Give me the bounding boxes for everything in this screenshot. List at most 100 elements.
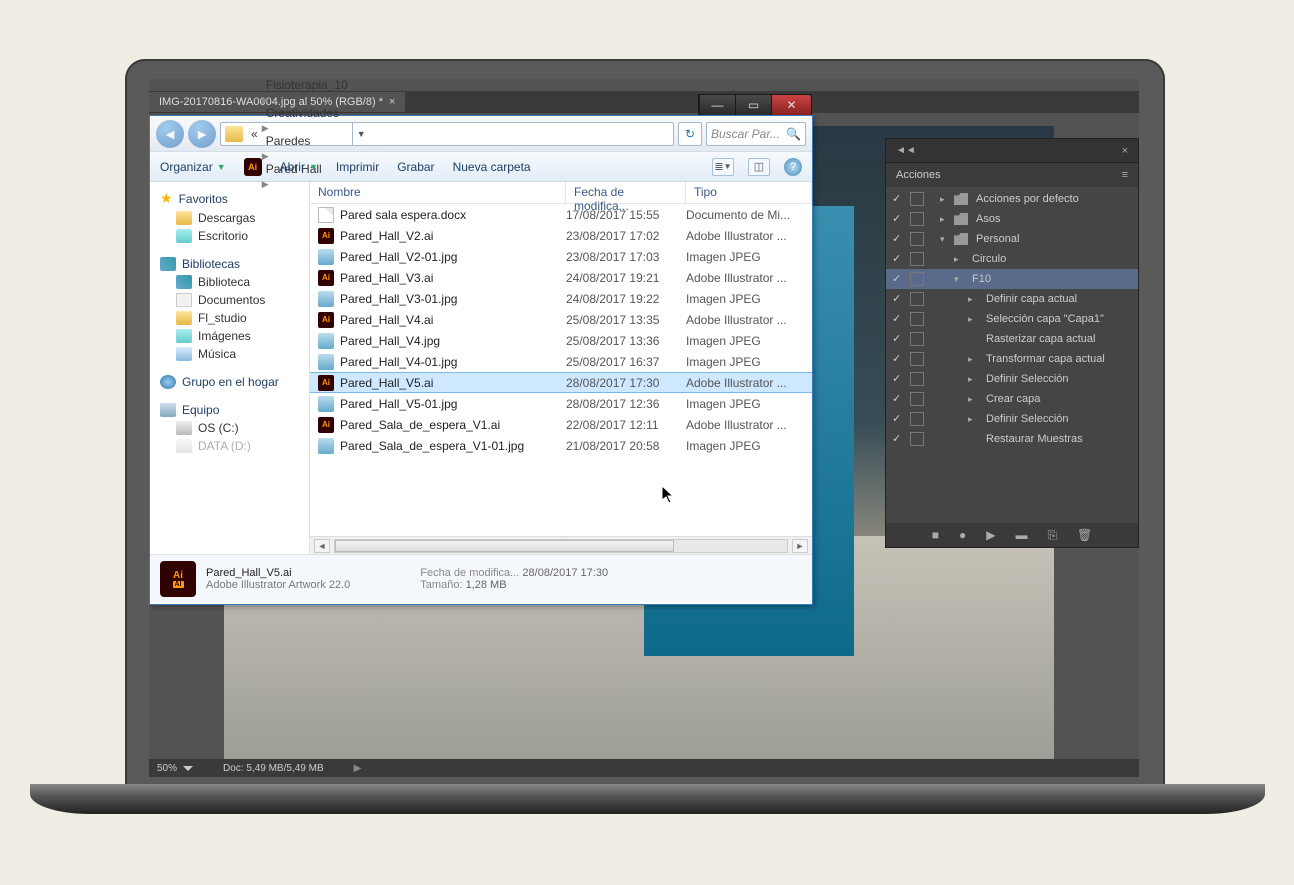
scrollbar-track[interactable] xyxy=(334,539,788,553)
print-button[interactable]: Imprimir xyxy=(336,160,379,174)
dialog-toggle[interactable] xyxy=(910,252,924,266)
sidebar-item-images[interactable]: Imágenes xyxy=(154,327,305,345)
sidebar-computer[interactable]: Equipo xyxy=(154,401,305,419)
breadcrumb-segment[interactable]: Paredes xyxy=(262,134,352,148)
action-item[interactable]: ✓▸Crear capa xyxy=(886,389,1138,409)
open-menu[interactable]: Abrir ▼ xyxy=(280,160,318,174)
view-mode-button[interactable]: ≣▼ xyxy=(712,158,734,176)
stop-icon[interactable]: ■ xyxy=(932,528,939,542)
file-row[interactable]: AiPared_Hall_V4.ai25/08/2017 13:35Adobe … xyxy=(310,309,812,330)
sidebar-item-music[interactable]: Música xyxy=(154,345,305,363)
column-name[interactable]: Nombre xyxy=(310,182,566,203)
breadcrumb[interactable]: « Fisioterapia_10▶Creatividades▶Paredes▶… xyxy=(220,122,674,146)
sidebar-item-documents[interactable]: Documentos xyxy=(154,291,305,309)
status-arrow-icon[interactable]: ▶ xyxy=(354,763,362,774)
close-button[interactable]: ✕ xyxy=(771,95,811,115)
breadcrumb-segment[interactable]: Fisioterapia_10 xyxy=(262,79,352,92)
disclosure-icon[interactable]: ▸ xyxy=(968,374,978,385)
horizontal-scrollbar[interactable]: ◄ ► xyxy=(310,536,812,554)
disclosure-icon[interactable]: ▸ xyxy=(954,254,964,265)
file-row[interactable]: Pared_Sala_de_espera_V1-01.jpg21/08/2017… xyxy=(310,435,812,456)
sidebar-item-library[interactable]: Biblioteca xyxy=(154,273,305,291)
file-row[interactable]: AiPared_Hall_V3.ai24/08/2017 19:21Adobe … xyxy=(310,267,812,288)
sidebar-item-flstudio[interactable]: Fl_studio xyxy=(154,309,305,327)
file-row[interactable]: Pared_Hall_V2-01.jpg23/08/2017 17:03Imag… xyxy=(310,246,812,267)
dialog-toggle[interactable] xyxy=(910,332,924,346)
dialog-toggle[interactable] xyxy=(910,292,924,306)
nav-forward-button[interactable]: ► xyxy=(188,120,216,148)
dialog-toggle[interactable] xyxy=(910,232,924,246)
minimize-button[interactable]: — xyxy=(699,95,735,115)
action-item[interactable]: ✓▸Definir Selección xyxy=(886,409,1138,429)
action-item[interactable]: ✓▸Definir Selección xyxy=(886,369,1138,389)
play-icon[interactable]: ▶ xyxy=(986,528,995,542)
sidebar-libraries[interactable]: Bibliotecas xyxy=(154,255,305,273)
new-action-icon[interactable]: ⎘ xyxy=(1047,528,1057,543)
close-icon[interactable]: × xyxy=(1122,145,1128,157)
action-item[interactable]: ✓▸Transformar capa actual xyxy=(886,349,1138,369)
dialog-toggle[interactable] xyxy=(910,412,924,426)
file-row[interactable]: AiPared_Hall_V5.ai28/08/2017 17:30Adobe … xyxy=(310,372,812,393)
action-item[interactable]: ✓▸Acciones por defecto xyxy=(886,189,1138,209)
panel-menu-icon[interactable]: ≡ xyxy=(1122,169,1128,181)
file-row[interactable]: Pared_Hall_V4-01.jpg25/08/2017 16:37Imag… xyxy=(310,351,812,372)
panel-collapse-icons[interactable]: ◄◄ xyxy=(896,145,916,156)
action-item[interactable]: ✓▸Definir capa actual xyxy=(886,289,1138,309)
dialog-toggle[interactable] xyxy=(910,392,924,406)
breadcrumb-segment[interactable]: Creatividades xyxy=(262,106,352,120)
dialog-toggle[interactable] xyxy=(910,212,924,226)
dialog-toggle[interactable] xyxy=(910,312,924,326)
preview-pane-button[interactable]: ◫ xyxy=(748,158,770,176)
maximize-button[interactable]: ▭ xyxy=(735,95,771,115)
folder-icon[interactable]: ▬ xyxy=(1015,528,1027,542)
action-item[interactable]: ✓▾Personal xyxy=(886,229,1138,249)
disclosure-icon[interactable]: ▸ xyxy=(968,354,978,365)
disclosure-icon[interactable]: ▸ xyxy=(968,394,978,405)
trash-icon[interactable]: 🗑 xyxy=(1077,528,1092,542)
refresh-button[interactable]: ↻ xyxy=(678,122,702,146)
action-item[interactable]: ✓▾F10 xyxy=(886,269,1138,289)
file-row[interactable]: Pared_Hall_V5-01.jpg28/08/2017 12:36Imag… xyxy=(310,393,812,414)
scroll-left-icon[interactable]: ◄ xyxy=(314,539,330,553)
scrollbar-thumb[interactable] xyxy=(335,540,674,552)
breadcrumb-overflow[interactable]: « xyxy=(247,127,262,141)
disclosure-icon[interactable]: ▸ xyxy=(940,214,950,225)
disclosure-icon[interactable]: ▸ xyxy=(968,294,978,305)
file-row[interactable]: Pared_Hall_V4.jpg25/08/2017 13:36Imagen … xyxy=(310,330,812,351)
action-item[interactable]: ✓▸Asos xyxy=(886,209,1138,229)
file-row[interactable]: Pared sala espera.docx17/08/2017 15:55Do… xyxy=(310,204,812,225)
breadcrumb-dropdown[interactable]: ▼ xyxy=(352,123,370,145)
disclosure-icon[interactable]: ▸ xyxy=(968,414,978,425)
organize-menu[interactable]: Organizar ▼ xyxy=(160,160,226,174)
dialog-toggle[interactable] xyxy=(910,272,924,286)
disclosure-icon[interactable]: ▾ xyxy=(954,274,964,285)
disclosure-icon[interactable]: ▸ xyxy=(968,314,978,325)
file-row[interactable]: Pared_Hall_V3-01.jpg24/08/2017 19:22Imag… xyxy=(310,288,812,309)
dialog-toggle[interactable] xyxy=(910,352,924,366)
dialog-toggle[interactable] xyxy=(910,192,924,206)
record-icon[interactable]: ● xyxy=(959,528,966,542)
action-item[interactable]: ✓Restaurar Muestras xyxy=(886,429,1138,449)
nav-back-button[interactable]: ◄ xyxy=(156,120,184,148)
column-type[interactable]: Tipo xyxy=(686,182,812,203)
new-folder-button[interactable]: Nueva carpeta xyxy=(453,160,531,174)
action-item[interactable]: ✓▸Selección capa "Capa1" xyxy=(886,309,1138,329)
help-button[interactable]: ? xyxy=(784,158,802,176)
sidebar-item-datad[interactable]: DATA (D:) xyxy=(154,437,305,455)
file-row[interactable]: AiPared_Sala_de_espera_V1.ai22/08/2017 1… xyxy=(310,414,812,435)
zoom-level[interactable]: 50% xyxy=(157,763,193,774)
file-row[interactable]: AiPared_Hall_V2.ai23/08/2017 17:02Adobe … xyxy=(310,225,812,246)
disclosure-icon[interactable]: ▸ xyxy=(940,194,950,205)
sidebar-item-desktop[interactable]: Escritorio xyxy=(154,227,305,245)
action-item[interactable]: ✓▸Circulo xyxy=(886,249,1138,269)
sidebar-item-osc[interactable]: OS (C:) xyxy=(154,419,305,437)
burn-button[interactable]: Grabar xyxy=(397,160,434,174)
sidebar-homegroup[interactable]: Grupo en el hogar xyxy=(154,373,305,391)
sidebar-favorites[interactable]: ★Favoritos xyxy=(154,188,305,209)
close-icon[interactable]: × xyxy=(389,96,395,108)
scroll-right-icon[interactable]: ► xyxy=(792,539,808,553)
sidebar-item-downloads[interactable]: Descargas xyxy=(154,209,305,227)
search-input[interactable]: Buscar Par... 🔍 xyxy=(706,122,806,146)
dialog-toggle[interactable] xyxy=(910,432,924,446)
dialog-toggle[interactable] xyxy=(910,372,924,386)
